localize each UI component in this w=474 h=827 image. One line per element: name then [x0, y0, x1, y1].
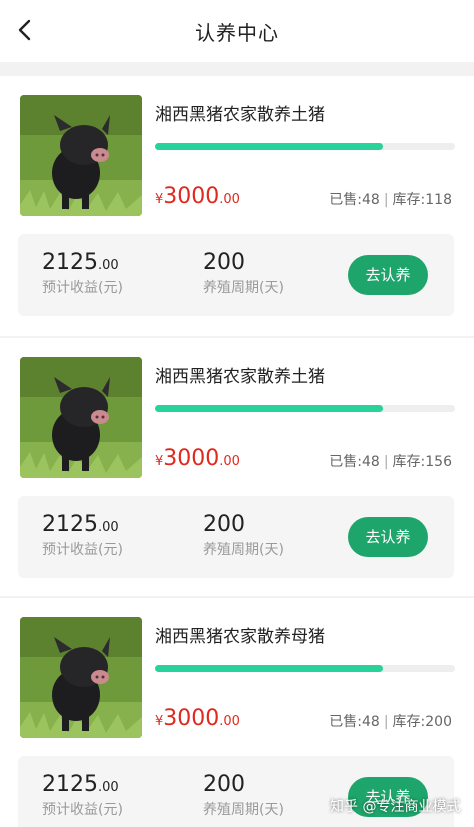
income-stat: 2125.00 预计收益(元) [42, 250, 123, 297]
adopt-button[interactable]: 去认养 [348, 517, 428, 557]
page-title: 认养中心 [195, 21, 279, 45]
adopt-panel: 2125.00 预计收益(元) 200 养殖周期(天) 去认养 [18, 496, 454, 578]
period-label: 养殖周期(天) [203, 802, 284, 818]
price-decimal: .00 [219, 192, 240, 207]
price: ¥3000.00 [155, 446, 240, 471]
income-label: 预计收益(元) [42, 802, 123, 818]
income-decimal: .00 [98, 520, 119, 535]
sales-stock: 已售:48 | 库存:156 [329, 451, 452, 471]
product-card[interactable]: 湘西黑猪农家散养土猪 ¥3000.00 已售:48 | 库存:118 2125.00… [0, 76, 474, 336]
period-stat: 200 养殖周期(天) [203, 772, 284, 819]
adopt-panel: 2125.00 预计收益(元) 200 养殖周期(天) 去认养 [18, 756, 454, 827]
price-decimal: .00 [219, 714, 240, 729]
income-label: 预计收益(元) [42, 542, 123, 558]
pig-photo[interactable] [20, 357, 142, 478]
adopt-panel: 2125.00 预计收益(元) 200 养殖周期(天) 去认养 [18, 234, 454, 316]
income-integer: 2125 [42, 250, 98, 275]
price: ¥3000.00 [155, 706, 240, 731]
period-value: 200 [203, 772, 245, 797]
price-integer: 3000 [163, 706, 220, 731]
period-stat: 200 养殖周期(天) [203, 250, 284, 297]
progress-fill [155, 405, 383, 412]
product-card[interactable]: 湘西黑猪农家散养土猪 ¥3000.00 已售:48 | 库存:156 2125.00… [0, 338, 474, 598]
sales-stock: 已售:48 | 库存:200 [329, 711, 452, 731]
sold-count: 已售:48 [329, 192, 380, 208]
income-stat: 2125.00 预计收益(元) [42, 772, 123, 819]
income-integer: 2125 [42, 772, 98, 797]
period-label: 养殖周期(天) [203, 280, 284, 296]
price-decimal: .00 [219, 454, 240, 469]
income-stat: 2125.00 预计收益(元) [42, 512, 123, 559]
stock-count: 库存:118 [392, 192, 452, 208]
product-name: 湘西黑猪农家散养土猪 [155, 367, 325, 387]
divider-bar: | [383, 192, 389, 208]
watermark: 知乎 @专注商业模式 [330, 799, 461, 815]
progress-bar [155, 665, 455, 672]
progress-bar [155, 143, 455, 150]
period-stat: 200 养殖周期(天) [203, 512, 284, 559]
product-name: 湘西黑猪农家散养母猪 [155, 627, 325, 647]
product-card[interactable]: 湘西黑猪农家散养母猪 ¥3000.00 已售:48 | 库存:200 2125.00… [0, 598, 474, 827]
income-integer: 2125 [42, 512, 98, 537]
price: ¥3000.00 [155, 184, 240, 209]
stock-count: 库存:200 [392, 714, 452, 730]
pig-photo[interactable] [20, 95, 142, 216]
product-name: 湘西黑猪农家散养土猪 [155, 105, 325, 125]
adopt-button[interactable]: 去认养 [348, 255, 428, 295]
progress-bar [155, 405, 455, 412]
price-integer: 3000 [163, 446, 220, 471]
period-label: 养殖周期(天) [203, 542, 284, 558]
pig-photo[interactable] [20, 617, 142, 738]
divider-bar: | [383, 454, 389, 470]
sold-count: 已售:48 [329, 714, 380, 730]
sold-count: 已售:48 [329, 454, 380, 470]
income-label: 预计收益(元) [42, 280, 123, 296]
income-decimal: .00 [98, 258, 119, 273]
progress-fill [155, 143, 383, 150]
period-value: 200 [203, 512, 245, 537]
stock-count: 库存:156 [392, 454, 452, 470]
price-integer: 3000 [163, 184, 220, 209]
divider [0, 62, 474, 76]
progress-fill [155, 665, 383, 672]
income-decimal: .00 [98, 780, 119, 795]
divider-bar: | [383, 714, 389, 730]
period-value: 200 [203, 250, 245, 275]
sales-stock: 已售:48 | 库存:118 [329, 189, 452, 209]
nav-bar: 认养中心 [0, 0, 474, 62]
